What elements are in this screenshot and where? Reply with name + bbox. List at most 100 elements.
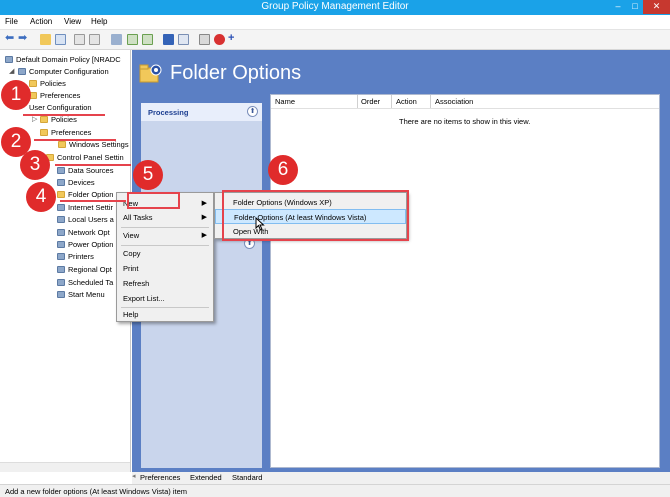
processing-header[interactable]: Processing ⬆ [141, 103, 262, 121]
devices-icon [57, 179, 65, 186]
menu-view[interactable]: View [64, 17, 81, 26]
up-folder-icon[interactable] [40, 34, 51, 45]
tree-item[interactable]: Printers [57, 252, 94, 261]
status-bar: Add a new folder options (At least Windo… [0, 484, 670, 497]
column-header-action[interactable]: Action [396, 97, 417, 106]
tree-item-label: Regional Opt [68, 265, 112, 274]
tree-item[interactable]: Regional Opt [57, 265, 112, 274]
minimize-icon[interactable]: – [609, 0, 627, 14]
folder-options-icon [139, 64, 162, 83]
tree-item[interactable]: Start Menu [57, 290, 105, 299]
context-menu: New ▶ All Tasks ▶ View ▶ Copy Print Refresh… [116, 192, 214, 322]
menu-item-copy[interactable]: Copy [117, 246, 213, 261]
tree-item[interactable]: Devices [57, 178, 95, 187]
stop-icon[interactable] [214, 34, 225, 45]
menu-item-print[interactable]: Print [117, 261, 213, 276]
tree-item-label: Scheduled Ta [68, 278, 114, 287]
refresh-icon[interactable] [127, 34, 138, 45]
tree-item[interactable]: Network Opt [57, 228, 110, 237]
header-divider [271, 108, 659, 109]
toolbar: ⬅ ➡ + [0, 30, 670, 50]
tree-windows-settings[interactable]: Windows Settings [58, 140, 129, 149]
help-icon[interactable] [163, 34, 174, 45]
menu-bar: File Action View Help [0, 15, 670, 30]
tab-preferences[interactable]: Preferences [140, 473, 180, 482]
tree-item[interactable]: Scheduled Ta [57, 278, 113, 287]
tree-item-folder-options[interactable]: Folder Option [57, 190, 113, 199]
tree-item[interactable]: Power Option [57, 240, 113, 249]
tree-control-panel-settings-label: Control Panel Settin [57, 153, 124, 162]
column-header-order[interactable]: Order [361, 97, 380, 106]
column-divider [357, 95, 358, 108]
tree-cc-policies-label: Policies [40, 79, 66, 88]
tree-root-label: Default Domain Policy [NRADC [16, 55, 121, 64]
menu-item-export-list[interactable]: Export List... [117, 291, 213, 306]
menu-action[interactable]: Action [30, 17, 52, 26]
properties-icon[interactable] [178, 34, 189, 45]
menu-item-view[interactable]: View ▶ [117, 228, 213, 243]
column-header-name[interactable]: Name [275, 97, 295, 106]
menu-item-help[interactable]: Help [117, 307, 213, 322]
start-menu-icon [57, 291, 65, 298]
submenu-arrow-icon: ▶ [201, 232, 207, 239]
annotation-box-new [127, 192, 180, 209]
tab-extended[interactable]: Extended [190, 473, 222, 482]
export-icon[interactable] [142, 34, 153, 45]
menu-item-refresh[interactable]: Refresh [117, 276, 213, 291]
paste-icon[interactable] [89, 34, 100, 45]
print-icon[interactable] [111, 34, 122, 45]
tree-horizontal-scrollbar[interactable] [0, 462, 130, 472]
internet-icon [57, 204, 65, 211]
tree-cc-preferences-label: Preferences [40, 91, 81, 100]
copy-icon[interactable] [74, 34, 85, 45]
back-icon[interactable]: ⬅ [5, 33, 16, 45]
close-icon[interactable]: ✕ [643, 0, 670, 14]
tree-uc-preferences[interactable]: Preferences [40, 128, 91, 137]
tab-standard[interactable]: Standard [232, 473, 262, 482]
tree-item[interactable]: Data Sources [57, 166, 113, 175]
expand-icon[interactable]: ▷ [32, 115, 37, 123]
tree-item-label: Power Option [68, 240, 114, 249]
computer-icon [18, 68, 26, 75]
document-icon[interactable] [199, 34, 210, 45]
tree-control-panel-settings[interactable]: Control Panel Settin [46, 153, 124, 162]
menu-file[interactable]: File [5, 17, 18, 26]
annotation-underline-user-configuration [23, 114, 105, 116]
scroll-left-icon[interactable]: ◂ [132, 472, 138, 484]
tree-root[interactable]: Default Domain Policy [NRADC [5, 55, 121, 64]
tree-item-label: Local Users a [68, 215, 114, 224]
tree-user-configuration[interactable]: User Configuration [29, 103, 92, 112]
tree-cc-policies[interactable]: Policies [29, 79, 66, 88]
menu-item-all-tasks[interactable]: All Tasks ▶ [117, 210, 213, 225]
step-badge: 3 [20, 150, 50, 180]
step-badge: 1 [1, 80, 31, 110]
tree-item[interactable]: Local Users a [57, 215, 114, 224]
add-icon[interactable]: + [228, 33, 239, 45]
list-view[interactable]: Name Order Action Association There are … [270, 94, 660, 468]
policy-icon [5, 56, 13, 63]
tree-cc-preferences[interactable]: Preferences [29, 91, 80, 100]
tree-item-label: Data Sources [68, 166, 114, 175]
forward-icon[interactable]: ➡ [18, 33, 29, 45]
show-hide-tree-icon[interactable] [55, 34, 66, 45]
submenu-arrow-icon: ▶ [201, 214, 207, 221]
column-divider [391, 95, 392, 108]
folder-icon [40, 116, 48, 123]
status-text: Add a new folder options (At least Windo… [5, 487, 188, 496]
annotation-underline-folder-options [60, 200, 126, 202]
tree-uc-policies[interactable]: Policies [40, 115, 77, 124]
maximize-icon[interactable]: □ [627, 0, 643, 14]
collapse-icon[interactable]: ◢ [9, 67, 14, 75]
step-badge: 5 [133, 160, 163, 190]
step-badge: 4 [26, 182, 56, 212]
column-header-association[interactable]: Association [435, 97, 473, 106]
data-sources-icon [57, 167, 65, 174]
tree-computer-configuration[interactable]: Computer Configuration [18, 67, 109, 76]
folder-icon [40, 129, 48, 136]
tree-computer-configuration-label: Computer Configuration [29, 67, 109, 76]
annotation-underline-control-panel [55, 164, 131, 166]
menu-help[interactable]: Help [91, 17, 107, 26]
tree-item[interactable]: Internet Settir [57, 203, 113, 212]
annotation-box-submenu [222, 190, 409, 241]
collapse-chevron-icon[interactable]: ⬆ [247, 106, 258, 117]
